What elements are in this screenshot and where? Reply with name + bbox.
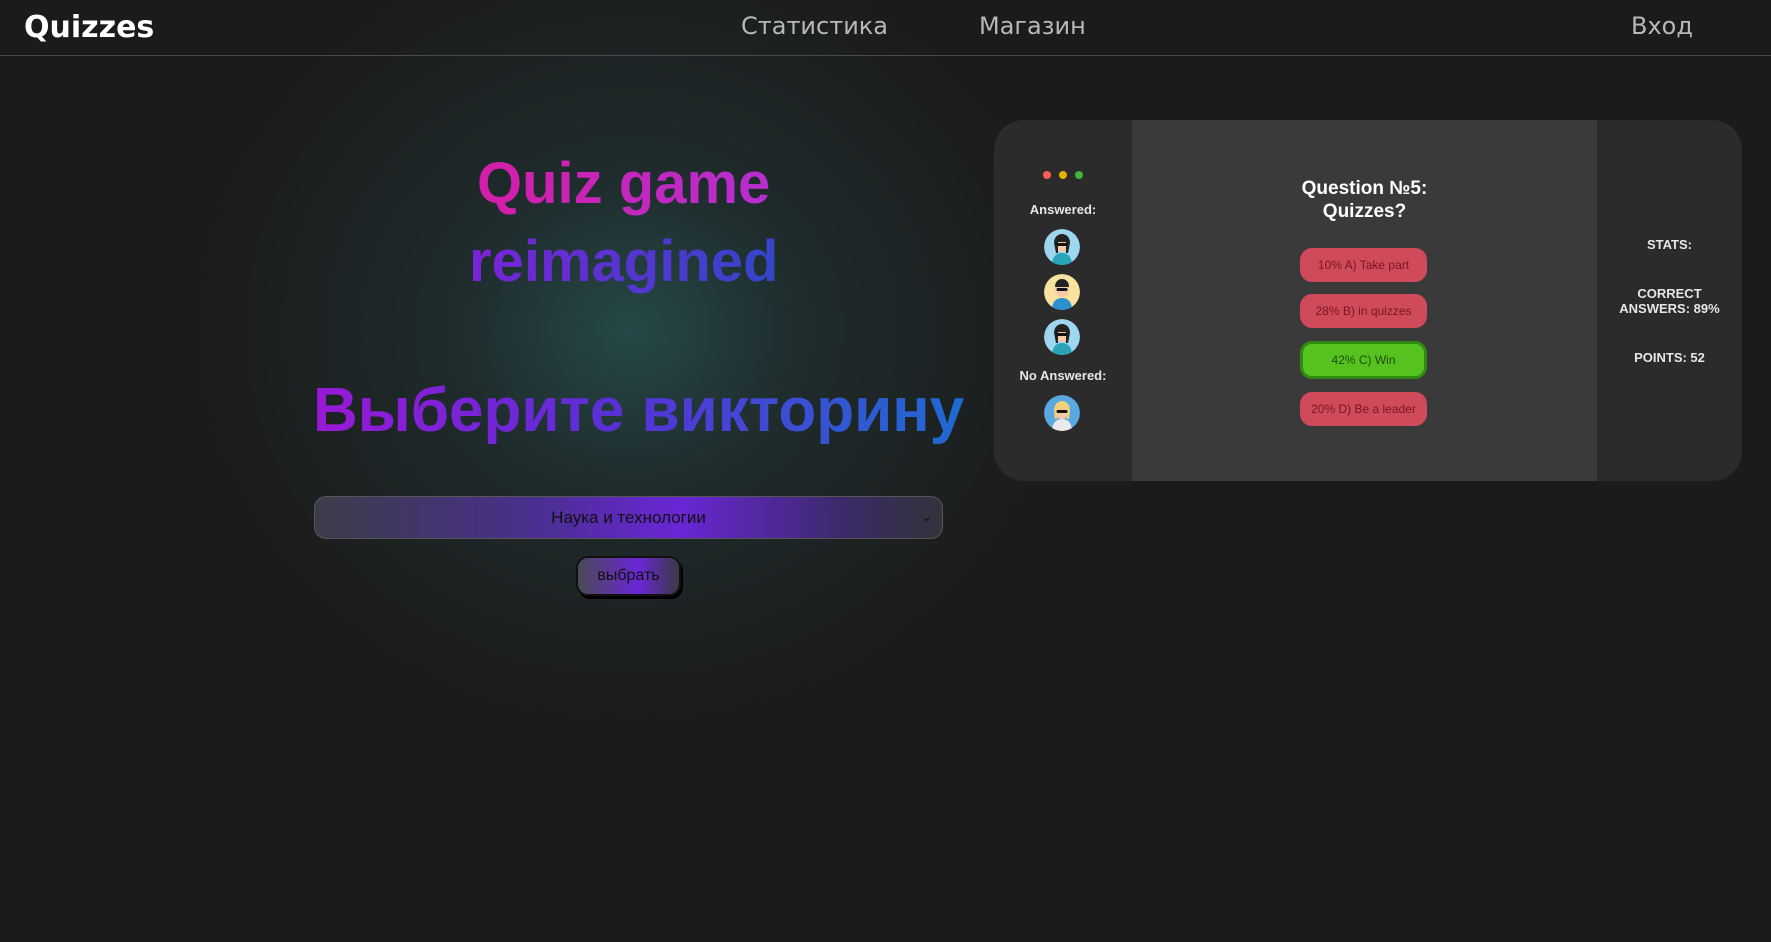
quiz-category-select[interactable]: Наука и технологии ⌄ bbox=[314, 496, 943, 539]
window-dot-yellow-icon bbox=[1059, 171, 1067, 179]
question-title: Question №5: Quizzes? bbox=[1132, 177, 1597, 223]
chevron-down-icon: ⌄ bbox=[921, 509, 932, 524]
hero-title-line1: Quiz game bbox=[477, 151, 771, 216]
choose-quiz-heading: Выберите викторину bbox=[313, 376, 965, 445]
correct-answers-stat: CORRECT ANSWERS: 89% bbox=[1619, 286, 1720, 316]
top-navbar: Quizzes Статистика Магазин Вход bbox=[0, 0, 1771, 56]
nav-statistics[interactable]: Статистика bbox=[741, 12, 888, 40]
answer-option[interactable]: 10% A) Take part bbox=[1300, 248, 1427, 282]
question-text: Quizzes? bbox=[1322, 201, 1407, 222]
players-panel: Answered: No Answered: bbox=[994, 120, 1132, 481]
brand-logo[interactable]: Quizzes bbox=[24, 10, 154, 45]
points-stat: POINTS: 52 bbox=[1634, 350, 1705, 365]
stats-label: STATS: bbox=[1646, 237, 1692, 252]
avatar-icon bbox=[1044, 319, 1080, 355]
choose-quiz-button[interactable]: выбрать bbox=[576, 556, 681, 596]
answered-label: Answered: bbox=[1029, 202, 1097, 217]
stats-panel: STATS: CORRECT ANSWERS: 89% POINTS: 52 bbox=[1597, 120, 1742, 481]
question-number: Question №5: bbox=[1301, 178, 1428, 199]
quiz-preview-card: Answered: No Answered: Question №5: Quiz… bbox=[994, 120, 1742, 481]
question-panel: Question №5: Quizzes? 10% A) Take part 2… bbox=[1132, 120, 1597, 481]
no-answered-label: No Answered: bbox=[1019, 368, 1107, 383]
nav-shop[interactable]: Магазин bbox=[979, 12, 1086, 40]
avatar-icon bbox=[1044, 274, 1080, 310]
answer-option[interactable]: 20% D) Be a leader bbox=[1300, 392, 1427, 426]
answer-option-correct[interactable]: 42% C) Win bbox=[1300, 341, 1427, 379]
avatar-icon bbox=[1044, 395, 1080, 431]
window-dot-green-icon bbox=[1075, 171, 1083, 179]
select-value: Наука и технологии bbox=[551, 507, 706, 527]
nav-login[interactable]: Вход bbox=[1631, 12, 1693, 40]
avatar-icon bbox=[1044, 229, 1080, 265]
hero-title-line2: reimagined bbox=[469, 229, 779, 294]
window-dot-red-icon bbox=[1043, 171, 1051, 179]
answer-option[interactable]: 28% B) in quizzes bbox=[1300, 294, 1427, 328]
